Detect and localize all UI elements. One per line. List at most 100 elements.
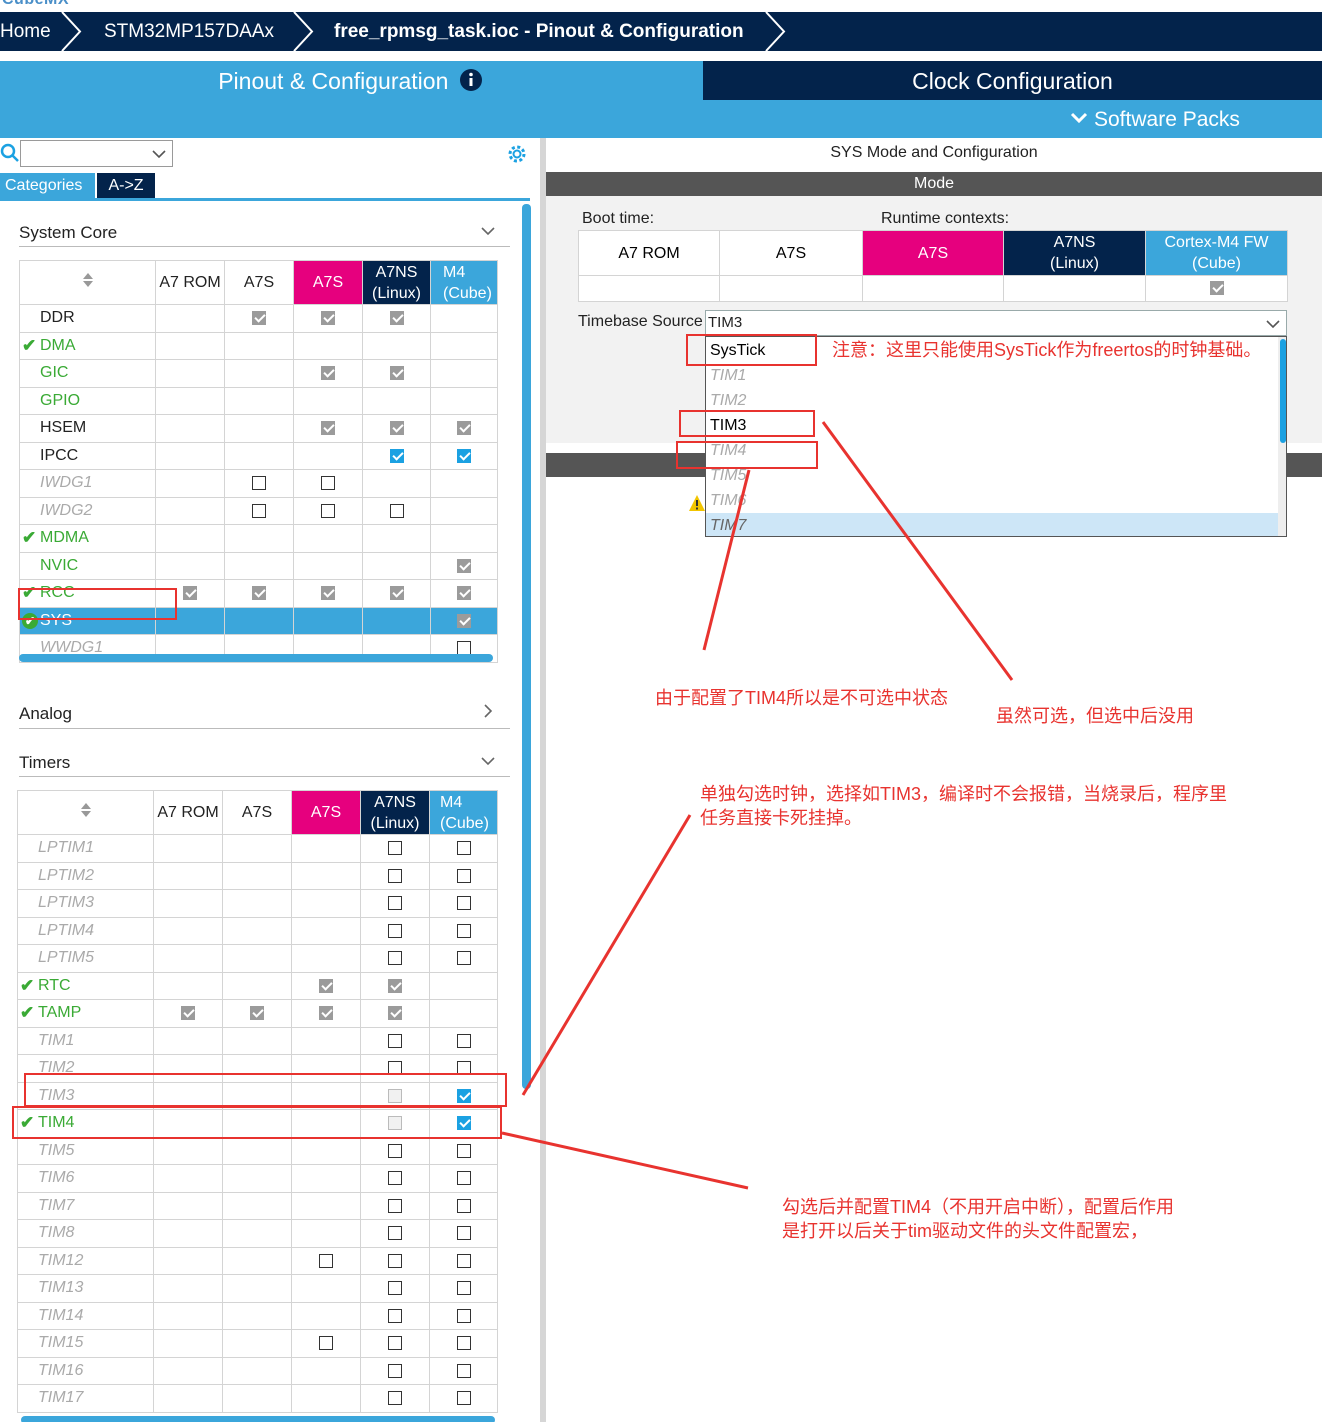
checkbox-checked[interactable] (389, 586, 404, 601)
checkbox[interactable] (321, 503, 335, 518)
tab-a-to-z[interactable]: A->Z (97, 173, 155, 198)
peripheral-name-cell[interactable]: LPTIM2 (17, 861, 154, 890)
section-timers[interactable]: Timers (19, 753, 70, 773)
peripheral-name-cell[interactable]: LPTIM3 (17, 889, 154, 918)
row-iwdg1[interactable]: IWDG1 (19, 469, 498, 498)
checkbox[interactable] (319, 1253, 333, 1268)
peripheral-name-cell[interactable]: IWDG2 (19, 496, 156, 525)
checkbox[interactable] (388, 1226, 402, 1241)
chevron-down-icon[interactable] (480, 225, 496, 237)
row-tim15[interactable]: TIM15 (17, 1329, 498, 1358)
checkbox-checked[interactable] (389, 421, 404, 436)
peripheral-name-cell[interactable]: TIM7 (17, 1191, 154, 1220)
chevron-down-icon[interactable] (480, 755, 496, 767)
chevron-right-icon[interactable] (482, 703, 494, 719)
peripheral-name-cell[interactable]: TIM17 (17, 1384, 154, 1413)
checkbox[interactable] (456, 868, 471, 883)
checkbox-checked[interactable] (252, 311, 266, 326)
checkbox[interactable] (388, 1253, 402, 1268)
peripheral-name-cell[interactable]: TIM12 (17, 1246, 154, 1275)
peripheral-name-cell[interactable]: NVIC (19, 551, 156, 580)
row-gic[interactable]: GIC (19, 359, 498, 388)
row-tim1[interactable]: TIM1 (17, 1026, 498, 1055)
tab-clock-configuration[interactable]: Clock Configuration (703, 61, 1322, 100)
checkbox[interactable] (319, 1336, 333, 1351)
peripheral-name-cell[interactable]: ✔ MDMA (19, 524, 156, 553)
checkbox[interactable] (388, 1336, 402, 1351)
sort-icon[interactable] (82, 272, 94, 288)
checkbox[interactable] (456, 1336, 471, 1351)
peripheral-name-cell[interactable]: TIM8 (17, 1219, 154, 1248)
row-lptim3[interactable]: LPTIM3 (17, 889, 498, 918)
checkbox[interactable] (456, 951, 471, 966)
row-iwdg2[interactable]: IWDG2 (19, 496, 498, 525)
row-tim5[interactable]: TIM5 (17, 1136, 498, 1165)
tab-pinout-configuration[interactable]: Pinout & Configuration (0, 61, 701, 100)
row-tamp[interactable]: ✔ TAMP (17, 999, 498, 1028)
checkbox[interactable] (456, 1171, 471, 1186)
row-ddr[interactable]: DDR (19, 304, 498, 333)
checkbox-checked[interactable] (457, 421, 471, 436)
checkbox-checked[interactable] (389, 311, 404, 326)
peripheral-name-cell[interactable]: LPTIM1 (17, 834, 154, 863)
checkbox-checked[interactable] (252, 586, 266, 601)
scrollbar-thumb[interactable] (522, 204, 531, 1089)
peripheral-name-cell[interactable]: ✔ RTC (17, 971, 154, 1000)
checkbox[interactable] (456, 1033, 471, 1048)
checkbox-checked[interactable] (319, 978, 333, 993)
checkbox-checked[interactable] (388, 1006, 402, 1021)
checkbox[interactable] (388, 1281, 402, 1296)
peripheral-name-cell[interactable]: IPCC (19, 441, 156, 470)
checkbox[interactable] (456, 1363, 471, 1378)
checkbox[interactable] (252, 476, 266, 491)
peripheral-name-cell[interactable]: LPTIM5 (17, 944, 154, 973)
checkbox-checked[interactable] (319, 1006, 333, 1021)
checkbox[interactable] (388, 951, 402, 966)
peripheral-name-cell[interactable]: TIM15 (17, 1329, 154, 1358)
checkbox[interactable] (388, 896, 402, 911)
checkbox[interactable] (388, 923, 402, 938)
search-icon[interactable] (0, 143, 20, 163)
info-icon[interactable] (459, 68, 483, 92)
row-tim17[interactable]: TIM17 (17, 1384, 498, 1413)
checkbox[interactable] (388, 1391, 402, 1406)
peripheral-name-cell[interactable]: ✔ DMA (19, 331, 156, 360)
checkbox[interactable] (388, 1033, 402, 1048)
row-lptim4[interactable]: LPTIM4 (17, 916, 498, 945)
row-lptim2[interactable]: LPTIM2 (17, 861, 498, 890)
row-nvic[interactable]: NVIC (19, 551, 498, 580)
peripheral-name-cell[interactable]: GIC (19, 359, 156, 388)
peripheral-name-cell[interactable]: ✔ TAMP (17, 999, 154, 1028)
checkbox[interactable] (388, 1171, 402, 1186)
row-hsem[interactable]: HSEM (19, 414, 498, 443)
row-tim13[interactable]: TIM13 (17, 1274, 498, 1303)
peripheral-name-cell[interactable]: TIM16 (17, 1356, 154, 1385)
peripheral-name-cell[interactable]: TIM1 (17, 1026, 154, 1055)
peripheral-name-cell[interactable]: TIM14 (17, 1301, 154, 1330)
checkbox-checked[interactable] (321, 366, 335, 381)
checkbox[interactable] (321, 476, 335, 491)
checkbox[interactable] (456, 1281, 471, 1296)
checkbox[interactable] (456, 1308, 471, 1323)
checkbox-checked[interactable] (389, 366, 404, 381)
peripheral-name-cell[interactable]: TIM6 (17, 1164, 154, 1193)
m4-context-checkbox[interactable] (1209, 281, 1224, 296)
row-tim7[interactable]: TIM7 (17, 1191, 498, 1220)
peripheral-name-cell[interactable]: HSEM (19, 414, 156, 443)
checkbox-checked[interactable] (181, 1006, 195, 1021)
checkbox[interactable] (456, 1391, 471, 1406)
peripheral-name-cell[interactable]: TIM5 (17, 1136, 154, 1165)
checkbox[interactable] (456, 923, 471, 938)
checkbox-checked[interactable] (457, 586, 471, 601)
breadcrumb-project[interactable]: free_rpmsg_task.ioc - Pinout & Configura… (334, 12, 744, 51)
checkbox[interactable] (389, 503, 404, 518)
row-tim6[interactable]: TIM6 (17, 1164, 498, 1193)
section-analog[interactable]: Analog (19, 704, 72, 724)
timebase-source-select[interactable]: TIM3 (705, 310, 1287, 336)
horizontal-scrollbar[interactable] (21, 1416, 495, 1422)
checkbox-checked[interactable] (321, 311, 335, 326)
checkbox[interactable] (456, 1253, 471, 1268)
peripheral-name-cell[interactable]: IWDG1 (19, 469, 156, 498)
row-dma[interactable]: ✔ DMA (19, 331, 498, 360)
checkbox[interactable] (456, 896, 471, 911)
